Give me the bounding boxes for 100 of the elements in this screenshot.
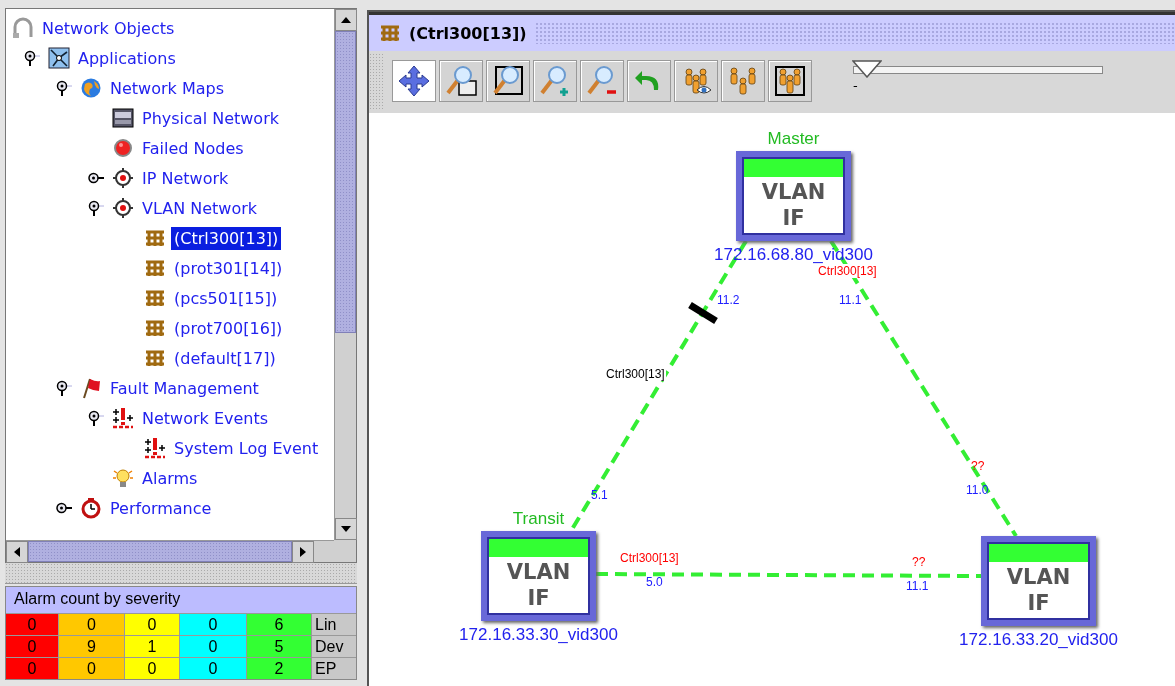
node-label: VLAN IF [505,559,572,612]
ball-icon [112,137,134,159]
tree-item[interactable]: Network Objects [39,16,178,40]
zoom-box-icon [491,64,525,98]
count-cell: 1 [125,636,180,657]
node-label: VLAN IF [1005,564,1072,617]
people-box-icon [773,64,807,98]
globe-icon [80,77,102,99]
expanded-handle-icon[interactable] [88,199,104,217]
vlan-node[interactable]: VLAN IF [481,531,596,621]
vlan-node[interactable]: VLAN IF [981,536,1096,626]
expanded-handle-icon[interactable] [88,409,104,427]
window-title: (Ctrl300[13]) [409,23,527,43]
scroll-up-button[interactable] [335,9,357,31]
count-cell: 0 [6,614,59,635]
horizontal-scrollbar[interactable] [6,540,334,562]
tree-item[interactable]: Fault Management [107,376,262,400]
move-arrows-icon [397,64,431,98]
target-icon [112,167,134,189]
count-cell: 6 [247,614,312,635]
clock-icon [80,497,102,519]
toolbar-button[interactable] [392,60,436,102]
expanded-handle-icon[interactable] [24,49,40,67]
count-cell: 0 [180,658,247,679]
splitter-handle[interactable] [5,563,357,584]
tree-item[interactable]: (prot301[14]) [171,256,286,280]
count-cell: 0 [125,614,180,635]
port-label: 5.0 [646,575,663,589]
tree-item[interactable]: Physical Network [139,106,282,130]
row-label: Lin [312,614,356,635]
tree-item[interactable]: IP Network [139,166,232,190]
scroll-thumb[interactable] [335,31,356,333]
toolbar-button[interactable] [439,60,483,102]
vertical-scrollbar[interactable] [334,9,356,540]
tree-item[interactable]: VLAN Network [139,196,261,220]
tree-item[interactable]: Network Maps [107,76,227,100]
node-role: Transit [511,509,566,529]
up-arrow-icon [340,16,352,24]
count-cell: 5 [247,636,312,657]
bulb-icon [112,467,134,489]
count-cell: 0 [59,658,125,679]
scroll-down-button[interactable] [335,518,357,540]
right-arrow-icon [299,546,307,558]
tree-item[interactable]: (pcs501[15]) [171,286,281,310]
down-arrow-icon [340,525,352,533]
link-label: Ctrl300[13] [619,551,680,565]
count-cell: 0 [180,614,247,635]
link-label: Ctrl300[13] [817,264,878,278]
scrollbar-corner [334,540,356,562]
zoom-window-icon [444,64,478,98]
row-label: EP [312,658,356,679]
left-arrow-icon [13,546,21,558]
node-role: Master [766,129,821,149]
node-name: 172.16.33.30_vid300 [458,625,619,645]
port-label: 11.0 [966,483,989,497]
count-cell: 0 [6,658,59,679]
target-icon [112,197,134,219]
scroll-right-button[interactable] [292,541,314,563]
grid-icon [379,23,401,43]
port-label: 11.2 [717,293,740,307]
expanded-handle-icon[interactable] [56,79,72,97]
row-label: Dev [312,636,356,657]
node-name: 172.16.68.80_vid300 [713,245,874,265]
node-name: 172.16.33.20_vid300 [958,630,1119,650]
tree-item[interactable]: Network Events [139,406,272,430]
port-label: 11.1 [839,293,862,307]
toolbar-button[interactable] [768,60,812,102]
tree-item[interactable]: Applications [75,46,179,70]
tree-item[interactable]: Failed Nodes [139,136,247,160]
vlan-node[interactable]: VLAN IF [736,151,851,241]
count-cell: 2 [247,658,312,679]
tree-item[interactable]: (prot700[16]) [171,316,286,340]
slider-min-label: - [853,78,858,93]
count-cell: 0 [59,614,125,635]
tree-item[interactable]: Alarms [139,466,201,490]
exclamation-icon [144,437,166,459]
scroll-left-button[interactable] [6,541,28,563]
port-label: 5.1 [591,488,608,502]
count-cell: 9 [59,636,125,657]
slider-thumb[interactable] [852,60,883,78]
port-label: 11.1 [906,579,929,593]
tree-item[interactable]: (Ctrl300[13]) [171,226,282,250]
tree-item[interactable]: System Log Event [171,436,322,460]
unknown-mark: ?? [912,555,926,569]
device-icon [112,107,134,129]
pinwheel-window-icon [48,47,70,69]
table-title: Alarm count by severity [6,587,356,613]
count-cell: 0 [125,658,180,679]
arch-icon [12,17,34,39]
tree-item[interactable]: (default[17]) [171,346,279,370]
count-cell: 0 [180,636,247,657]
flag-icon [80,377,102,399]
toolbar-button[interactable] [486,60,530,102]
scroll-thumb[interactable] [28,541,292,562]
toolbar-button[interactable] [674,60,718,102]
expanded-handle-icon[interactable] [56,379,72,397]
tree-item[interactable]: Performance [107,496,215,520]
link-label: Ctrl300[13] [605,367,666,381]
count-cell: 0 [6,636,59,657]
node-label: VLAN IF [760,179,827,232]
